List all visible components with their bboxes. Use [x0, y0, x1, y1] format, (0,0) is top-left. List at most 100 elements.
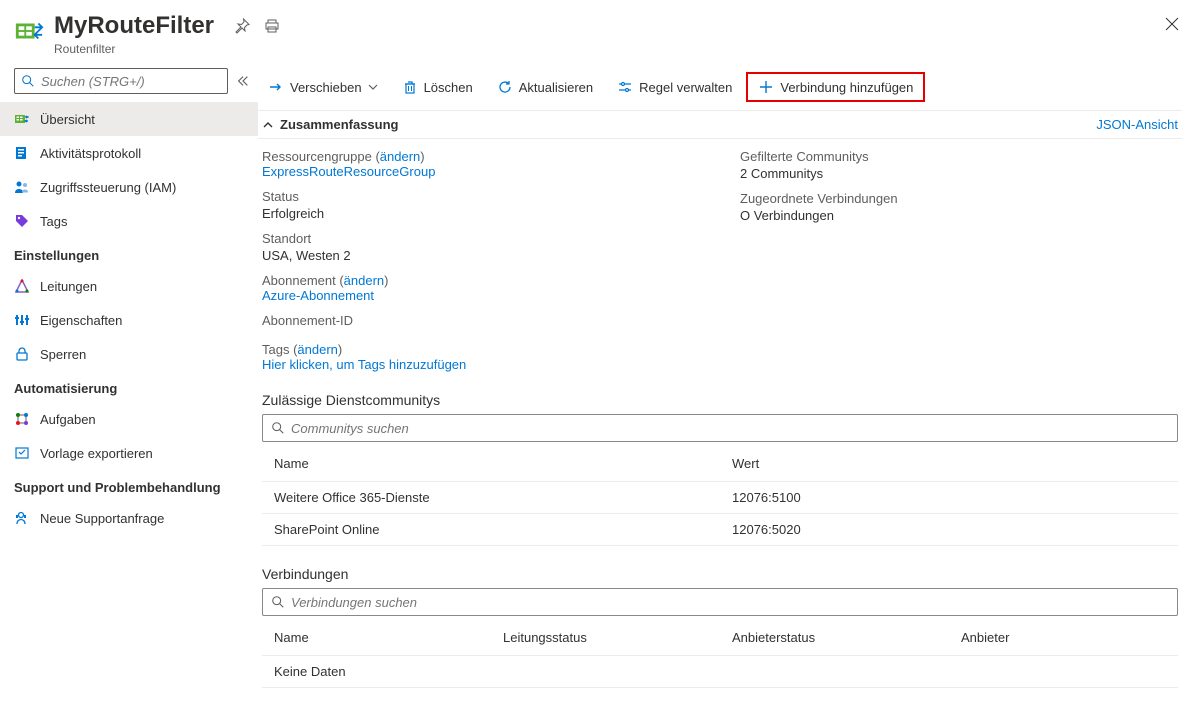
sidebar-search-input[interactable] [41, 74, 221, 89]
communities-search[interactable] [262, 414, 1178, 442]
connections-value: O Verbindungen [740, 208, 1178, 223]
sidebar-item-label: Leitungen [40, 279, 97, 294]
sidebar-item-label: Neue Supportanfrage [40, 511, 164, 526]
plus-icon [758, 79, 774, 95]
properties-icon [14, 312, 30, 328]
sidebar-item-label: Zugriffssteuerung (IAM) [40, 180, 176, 195]
move-button[interactable]: Verschieben [258, 74, 388, 100]
status-value: Erfolgreich [262, 206, 700, 221]
communities-heading: Zulässige Dienstcommunitys [258, 386, 1182, 414]
sidebar-item-new-support[interactable]: Neue Supportanfrage [0, 501, 258, 535]
tag-icon [14, 213, 30, 229]
support-icon [14, 510, 30, 526]
col-value[interactable]: Wert [720, 446, 1178, 482]
sidebar-item-tags[interactable]: Tags [0, 204, 258, 238]
refresh-button[interactable]: Aktualisieren [487, 74, 603, 100]
chevron-up-icon[interactable] [262, 119, 274, 131]
manage-rule-button[interactable]: Regel verwalten [607, 74, 742, 100]
overview-icon [14, 111, 30, 127]
activity-log-icon [14, 145, 30, 161]
sidebar-item-label: Aktivitätsprotokoll [40, 146, 141, 161]
sidebar-item-label: Aufgaben [40, 412, 96, 427]
delete-button[interactable]: Löschen [392, 74, 483, 100]
sidebar-search[interactable] [14, 68, 228, 94]
resourcegroup-value[interactable]: ExpressRouteResourceGroup [262, 164, 435, 179]
circuits-icon [14, 278, 30, 294]
search-icon [271, 595, 285, 609]
essentials-header: Zusammenfassung JSON-Ansicht [258, 110, 1182, 139]
location-value: USA, Westen 2 [262, 248, 700, 263]
sidebar-item-iam[interactable]: Zugriffssteuerung (IAM) [0, 170, 258, 204]
table-row-empty: Keine Daten [262, 656, 1178, 688]
sidebar-item-properties[interactable]: Eigenschaften [0, 303, 258, 337]
essentials: Ressourcengruppe (ändern) ExpressRouteRe… [258, 147, 1182, 338]
connections-search[interactable] [262, 588, 1178, 616]
col-provider-status[interactable]: Anbieterstatus [720, 620, 949, 656]
change-tags-link[interactable]: ändern [297, 342, 337, 357]
pin-icon[interactable] [234, 18, 250, 34]
add-connection-button[interactable]: Verbindung hinzufügen [746, 72, 925, 102]
delete-icon [402, 79, 418, 95]
subscription-id-label: Abonnement-ID [262, 313, 700, 328]
location-label: Standort [262, 231, 700, 246]
col-provider[interactable]: Anbieter [949, 620, 1178, 656]
communities-label: Gefilterte Communitys [740, 149, 1178, 164]
resource-icon [14, 16, 44, 46]
search-icon [271, 421, 285, 435]
sidebar-item-label: Eigenschaften [40, 313, 122, 328]
sidebar-section-automation: Automatisierung [0, 371, 258, 402]
communities-search-input[interactable] [291, 421, 1169, 436]
sidebar-section-support: Support und Problembehandlung [0, 470, 258, 501]
header-titles: MyRouteFilter Routenfilter [54, 12, 1160, 56]
status-label: Status [262, 189, 700, 204]
move-icon [268, 79, 284, 95]
sidebar-item-label: Vorlage exportieren [40, 446, 153, 461]
command-bar: Verschieben Löschen Aktualisieren Regel … [258, 64, 1182, 110]
change-rg-link[interactable]: ändern [380, 149, 420, 164]
connections-table: Name Leitungsstatus Anbieterstatus Anbie… [262, 620, 1178, 688]
table-row[interactable]: Weitere Office 365-Dienste 12076:5100 [262, 482, 1178, 514]
tags-row: Tags (ändern) Hier klicken, um Tags hinz… [258, 338, 1182, 386]
sidebar-item-export-template[interactable]: Vorlage exportieren [0, 436, 258, 470]
sidebar-item-tasks[interactable]: Aufgaben [0, 402, 258, 436]
sidebar-item-locks[interactable]: Sperren [0, 337, 258, 371]
close-button[interactable] [1160, 12, 1184, 36]
connections-heading: Verbindungen [258, 560, 1182, 588]
resourcegroup-label: Ressourcengruppe (ändern) [262, 149, 700, 164]
communities-value: 2 Communitys [740, 166, 1178, 181]
json-view-link[interactable]: JSON-Ansicht [1096, 117, 1178, 132]
subscription-value[interactable]: Azure-Abonnement [262, 288, 374, 303]
main-content: Verschieben Löschen Aktualisieren Regel … [258, 64, 1200, 704]
table-row[interactable]: SharePoint Online 12076:5020 [262, 514, 1178, 546]
iam-icon [14, 179, 30, 195]
collapse-sidebar-icon[interactable] [236, 74, 250, 88]
sidebar-section-settings: Einstellungen [0, 238, 258, 269]
connections-label: Zugeordnete Verbindungen [740, 191, 1178, 206]
communities-table: Name Wert Weitere Office 365-Dienste 120… [262, 446, 1178, 546]
sidebar-item-circuits[interactable]: Leitungen [0, 269, 258, 303]
blade-header: MyRouteFilter Routenfilter [0, 0, 1200, 64]
essentials-title: Zusammenfassung [280, 117, 398, 132]
col-name[interactable]: Name [262, 620, 491, 656]
sidebar: Übersicht Aktivitätsprotokoll Zugriffsst… [0, 64, 258, 704]
search-icon [21, 74, 35, 88]
tasks-icon [14, 411, 30, 427]
lock-icon [14, 346, 30, 362]
sidebar-item-overview[interactable]: Übersicht [0, 102, 258, 136]
chevron-down-icon [368, 82, 378, 92]
connections-search-input[interactable] [291, 595, 1169, 610]
col-name[interactable]: Name [262, 446, 720, 482]
page-title: MyRouteFilter [54, 12, 214, 40]
col-circuit-status[interactable]: Leitungsstatus [491, 620, 720, 656]
export-template-icon [14, 445, 30, 461]
subscription-label: Abonnement (ändern) [262, 273, 700, 288]
add-tags-link[interactable]: Hier klicken, um Tags hinzuzufügen [262, 357, 466, 372]
sidebar-item-activity-log[interactable]: Aktivitätsprotokoll [0, 136, 258, 170]
sidebar-item-label: Übersicht [40, 112, 95, 127]
sidebar-item-label: Tags [40, 214, 67, 229]
page-subtitle: Routenfilter [54, 42, 1160, 56]
sliders-icon [617, 79, 633, 95]
print-icon[interactable] [264, 18, 280, 34]
change-sub-link[interactable]: ändern [344, 273, 384, 288]
refresh-icon [497, 79, 513, 95]
